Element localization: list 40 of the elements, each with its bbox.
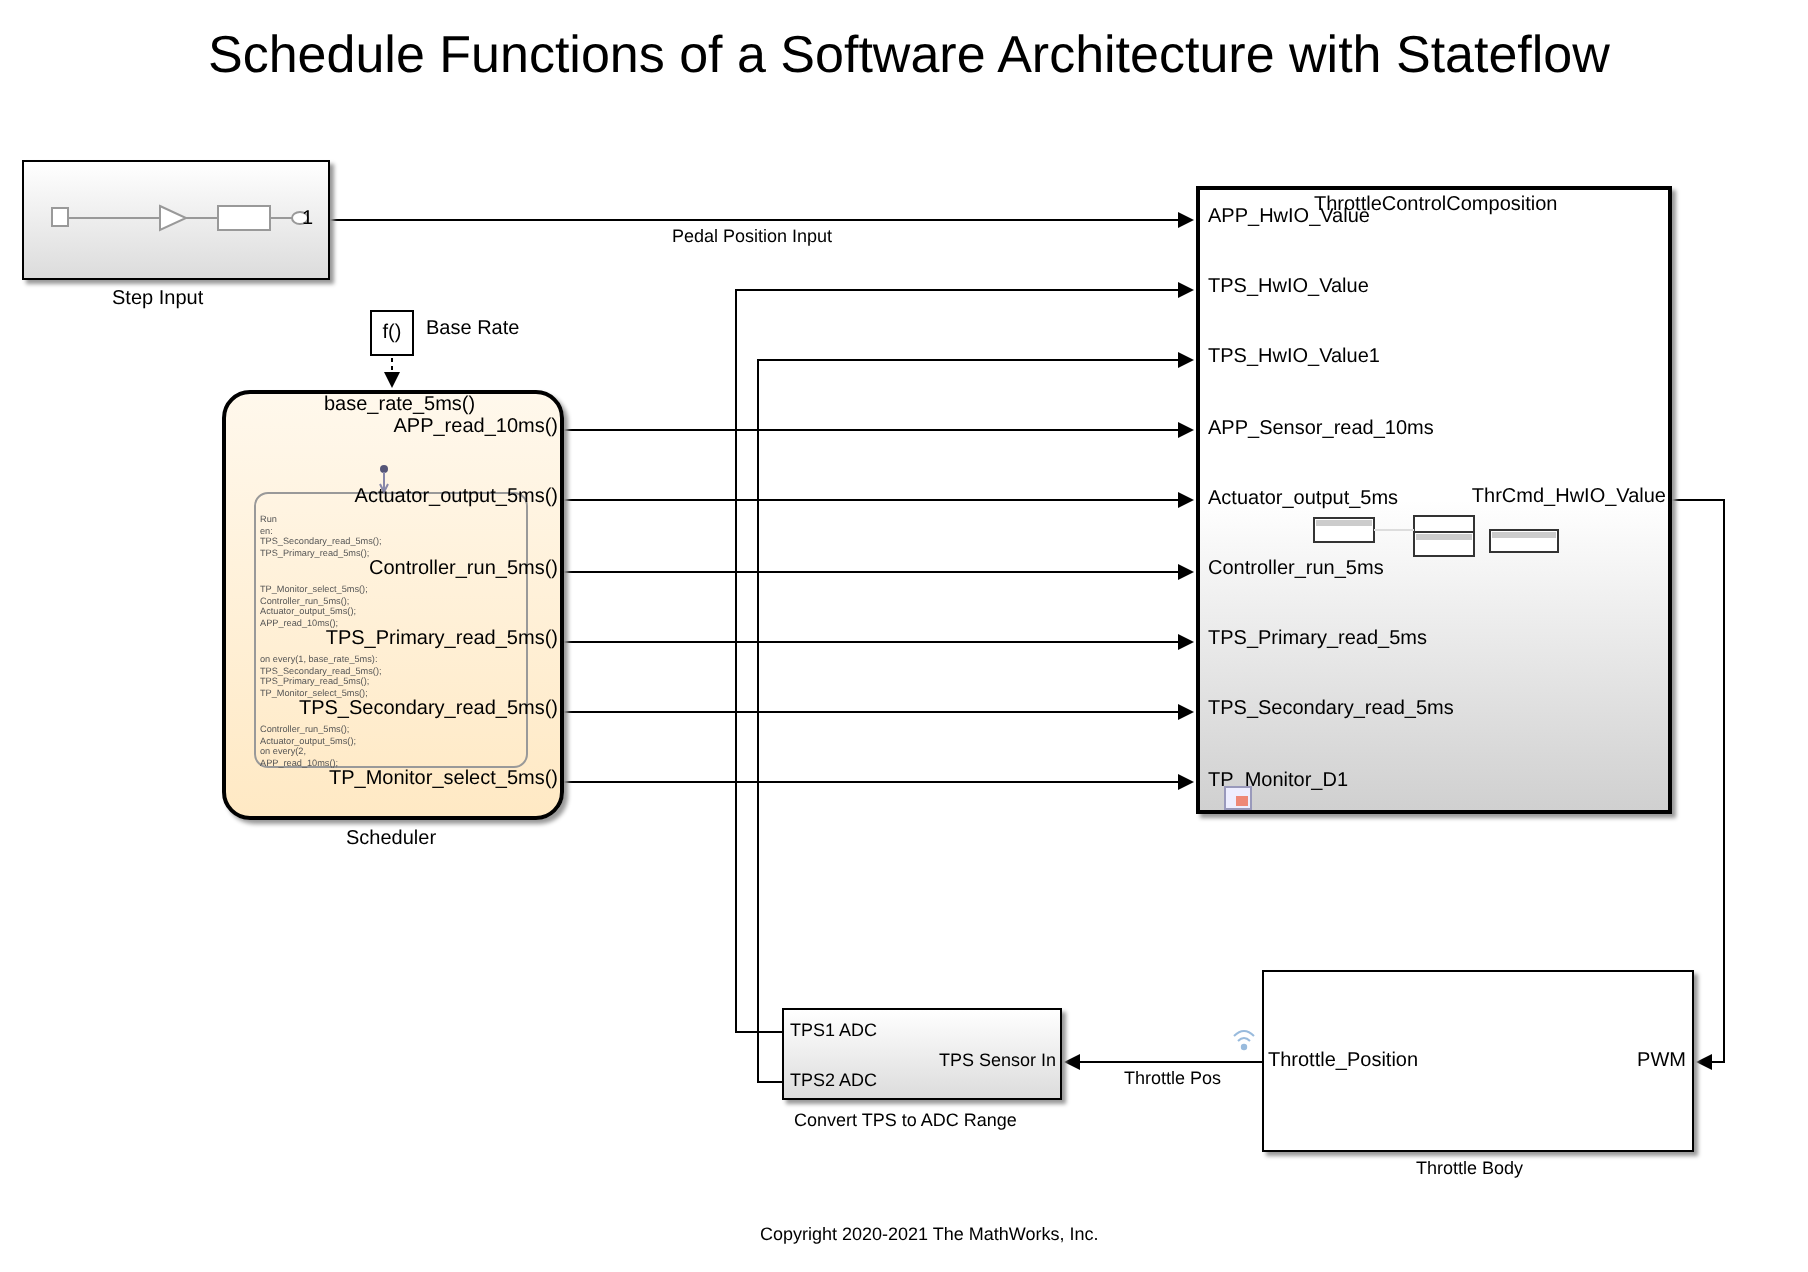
port-label: TP_Monitor_D1 (1208, 771, 1349, 792)
port-label: PWM (1637, 1052, 1686, 1072)
diagram-title: Schedule Functions of a Software Architecture with Stateflow (208, 28, 1610, 80)
trigger-port-label: base_rate_5ms() (324, 396, 476, 416)
port-label: Throttle_Position (1268, 1052, 1419, 1072)
subsystem-block[interactable] (782, 1008, 1062, 1100)
port-label: TPS_Primary_read_5ms (1208, 630, 1427, 651)
subsystem-block[interactable] (1262, 970, 1694, 1152)
model-reference-icon (1224, 786, 1252, 810)
port-label: Actuator_output_5ms() (354, 488, 558, 508)
copyright-text: Copyright 2020-2021 The MathWorks, Inc. (760, 1226, 1099, 1244)
port-label: TPS_HwIO_Value1 (1208, 348, 1380, 369)
port-label: 1 (302, 210, 314, 230)
port-label: APP_Sensor_read_10ms (1208, 419, 1434, 440)
port-label: TPS_Secondary_read_5ms() (298, 700, 558, 720)
wireless-icon (1232, 1028, 1256, 1052)
block-label: Scheduler (346, 830, 437, 850)
signal-label: Throttle Pos (1124, 1070, 1222, 1088)
block-label: Step Input (112, 290, 204, 310)
port-label: TPS Sensor In (938, 1052, 1056, 1070)
port-label: TPS2 ADC (790, 1072, 878, 1090)
port-label: Controller_run_5ms() (369, 560, 558, 580)
port-label: TPS_Secondary_read_5ms (1208, 700, 1454, 721)
port-label: TPS_HwIO_Value (1208, 278, 1369, 299)
block-label: Throttle Body (1416, 1160, 1524, 1178)
port-label: Controller_run_5ms (1208, 560, 1384, 580)
port-label: TPS_Primary_read_5ms() (325, 630, 558, 650)
subsystem-block[interactable] (22, 160, 330, 280)
port-label: TPS1 ADC (790, 1022, 878, 1040)
port-label: APP_read_10ms() (393, 418, 558, 438)
port-label: Actuator_output_5ms (1208, 489, 1399, 510)
function-block[interactable]: f() (370, 310, 414, 356)
block-label: Base Rate (426, 320, 520, 340)
signal-label: Pedal Position Input (672, 228, 833, 246)
port-label: ThrCmd_HwIO_Value (1471, 488, 1666, 508)
block-label: Convert TPS to ADC Range (794, 1112, 1017, 1130)
subsystem-block[interactable] (1196, 186, 1672, 814)
chart-block[interactable] (222, 390, 564, 820)
port-label: TP_Monitor_select_5ms() (329, 770, 558, 790)
signal-line (384, 357, 400, 388)
